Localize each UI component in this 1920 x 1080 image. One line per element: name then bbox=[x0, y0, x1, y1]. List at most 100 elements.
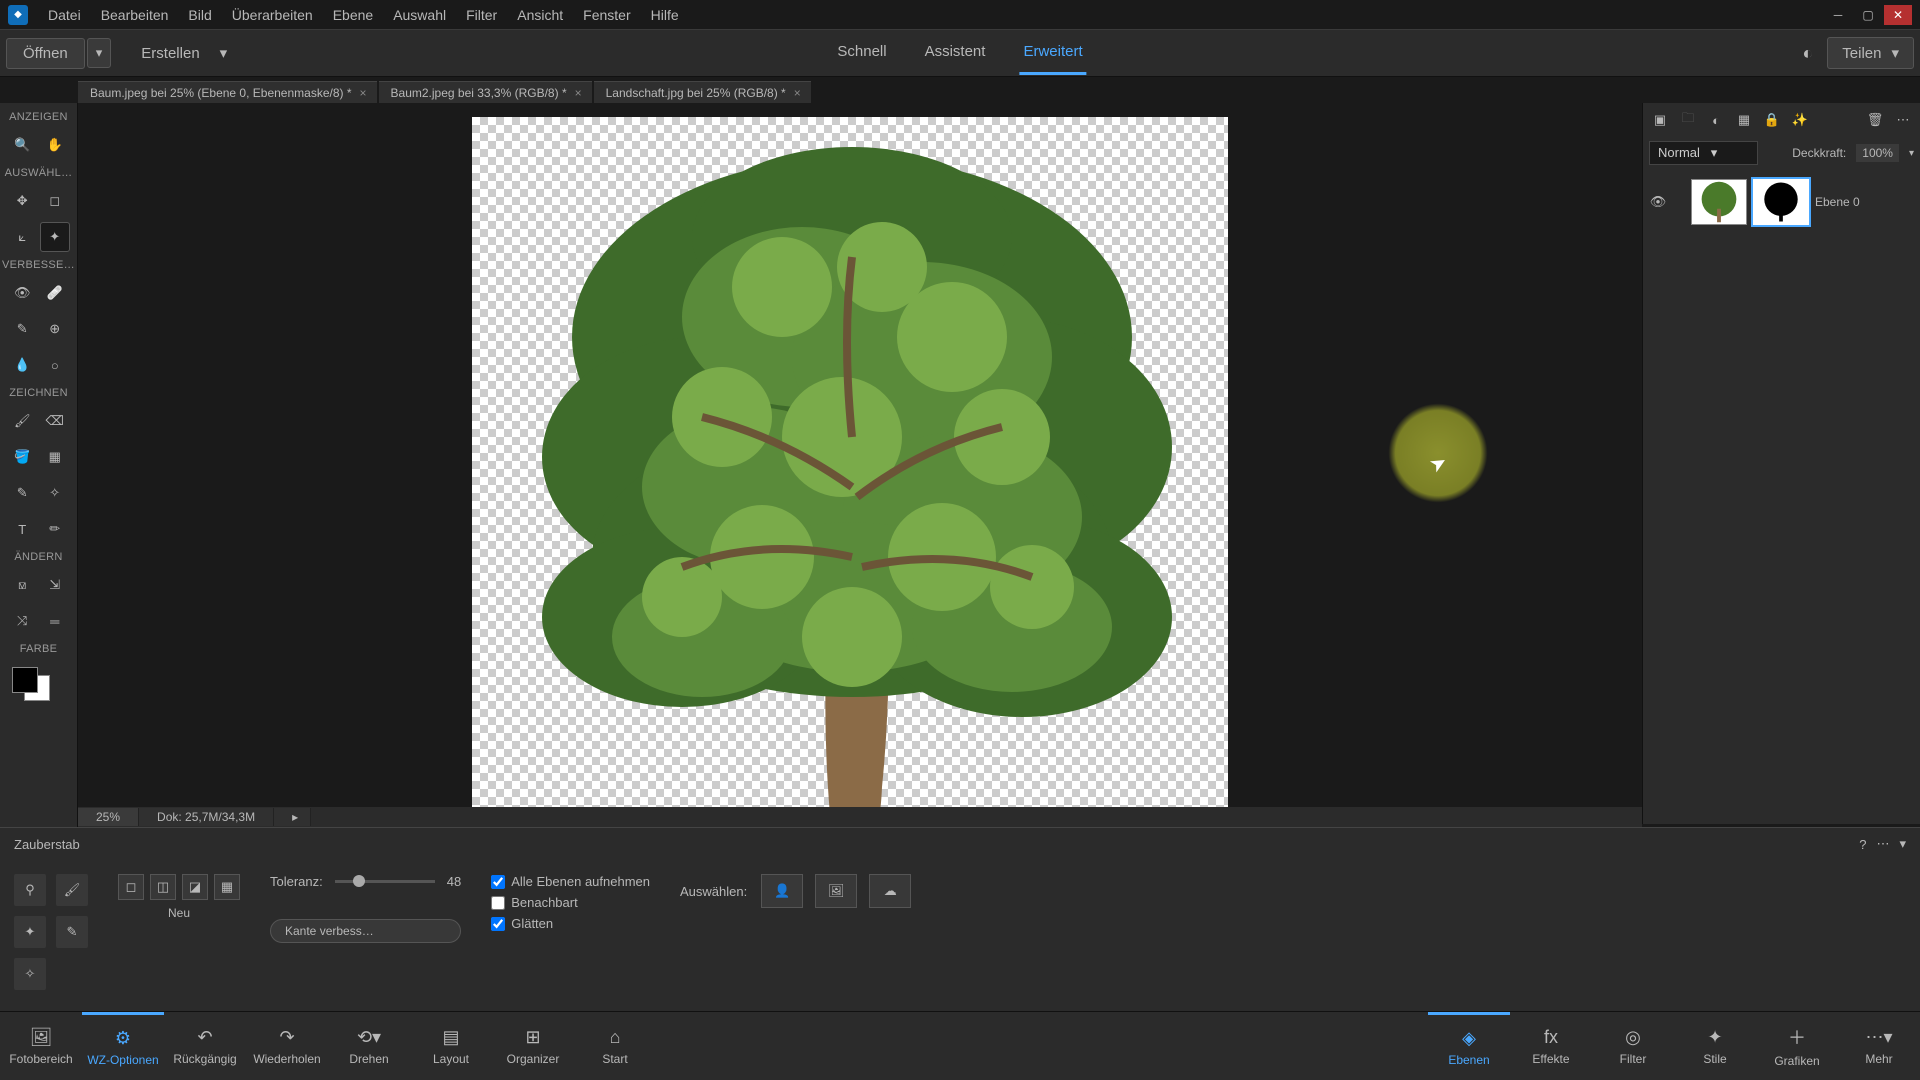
recompose-tool-icon[interactable]: ⇲ bbox=[41, 571, 69, 599]
menu-hilfe[interactable]: Hilfe bbox=[641, 3, 689, 27]
intersect-selection-icon[interactable]: ▦ bbox=[214, 874, 240, 900]
hand-tool-icon[interactable]: ✋ bbox=[41, 131, 69, 159]
close-icon[interactable]: × bbox=[360, 86, 367, 100]
bottom-grafiken[interactable]: ＋ Grafiken bbox=[1756, 1012, 1838, 1080]
text-tool-icon[interactable]: T bbox=[8, 515, 36, 543]
magic-wand-icon[interactable]: ✦ bbox=[14, 916, 46, 948]
menu-ebene[interactable]: Ebene bbox=[323, 3, 383, 27]
select-sky-icon[interactable]: ☁ bbox=[869, 874, 911, 908]
eye-tool-icon[interactable]: 👁 bbox=[8, 279, 36, 307]
zoom-level[interactable]: 25% bbox=[78, 808, 139, 826]
layer-name[interactable]: Ebene 0 bbox=[1815, 195, 1860, 209]
lock-layer-icon[interactable]: 🔒 bbox=[1761, 109, 1783, 131]
bottom-filter[interactable]: ◎ Filter bbox=[1592, 1012, 1674, 1080]
menu-ansicht[interactable]: Ansicht bbox=[507, 3, 573, 27]
bottom-organizer[interactable]: ⊞ Organizer bbox=[492, 1012, 574, 1080]
document-canvas[interactable] bbox=[472, 117, 1228, 873]
marquee-tool-icon[interactable]: ◻ bbox=[41, 187, 69, 215]
menu-bearbeiten[interactable]: Bearbeiten bbox=[91, 3, 179, 27]
fx-icon[interactable]: ✨ bbox=[1789, 109, 1811, 131]
brush-tool-icon[interactable]: 🖌 bbox=[8, 407, 36, 435]
bottom-effekte[interactable]: fx Effekte bbox=[1510, 1012, 1592, 1080]
bottom-layout[interactable]: ▤ Layout bbox=[410, 1012, 492, 1080]
share-button[interactable]: Teilen ▾ bbox=[1827, 37, 1914, 69]
bottom-stile[interactable]: ✦ Stile bbox=[1674, 1012, 1756, 1080]
shape-tool-icon[interactable]: ✧ bbox=[41, 479, 69, 507]
document-tab-3[interactable]: Landschaft.jpg bei 25% (RGB/8) * × bbox=[594, 81, 811, 104]
mode-tab-erweitert[interactable]: Erweitert bbox=[1019, 31, 1086, 75]
lasso-tool-icon[interactable]: ⟀ bbox=[8, 223, 36, 251]
smart-brush-icon[interactable]: ✎ bbox=[8, 315, 36, 343]
zoom-tool-icon[interactable]: 🔍 bbox=[8, 131, 36, 159]
checkbox-icon[interactable] bbox=[491, 875, 505, 889]
magic-wand-tool-icon[interactable]: ✦ bbox=[41, 223, 69, 251]
close-icon[interactable]: × bbox=[794, 86, 801, 100]
panel-menu-icon[interactable]: ⋯ bbox=[1892, 109, 1914, 131]
eraser-tool-icon[interactable]: ⌫ bbox=[41, 407, 69, 435]
bottom-mehr[interactable]: ⋯▾ Mehr bbox=[1838, 1012, 1920, 1080]
quick-select-icon[interactable]: ⚲ bbox=[14, 874, 46, 906]
help-icon[interactable]: ? bbox=[1859, 837, 1866, 852]
panel-menu-icon[interactable]: ⋯ bbox=[1876, 836, 1889, 852]
menu-ueberarbeiten[interactable]: Überarbeiten bbox=[222, 3, 323, 27]
checkbox-icon[interactable] bbox=[491, 896, 505, 910]
heal-brush-icon[interactable]: 🩹 bbox=[41, 279, 69, 307]
add-selection-icon[interactable]: ◫ bbox=[150, 874, 176, 900]
bottom-start[interactable]: ⌂ Start bbox=[574, 1012, 656, 1080]
chevron-down-icon[interactable]: ▾ bbox=[1909, 148, 1914, 159]
foreground-color-swatch[interactable] bbox=[12, 667, 38, 693]
new-layer-icon[interactable]: ▣ bbox=[1649, 109, 1671, 131]
close-icon[interactable]: × bbox=[575, 86, 582, 100]
layer-mask-thumbnail[interactable] bbox=[1753, 179, 1809, 225]
auto-select-icon[interactable]: ✧ bbox=[14, 958, 46, 990]
paint-bucket-icon[interactable]: 🪣 bbox=[8, 443, 36, 471]
layer-group-icon[interactable]: 🗀 bbox=[1677, 109, 1699, 131]
adjustment-layer-icon[interactable]: ◐ bbox=[1705, 109, 1727, 131]
contrast-icon[interactable]: ◐ bbox=[1802, 43, 1813, 64]
select-background-icon[interactable]: 🖼 bbox=[815, 874, 857, 908]
crop-tool-icon[interactable]: ⟏ bbox=[8, 571, 36, 599]
status-caret[interactable]: ▸ bbox=[274, 808, 311, 826]
subtract-selection-icon[interactable]: ◪ bbox=[182, 874, 208, 900]
move-tool-icon[interactable]: ✥ bbox=[8, 187, 36, 215]
visibility-toggle-icon[interactable]: 👁 bbox=[1649, 194, 1667, 210]
layer-row-0[interactable]: 👁 Ebene 0 bbox=[1649, 175, 1914, 229]
tolerance-slider[interactable]: Toleranz: 48 bbox=[270, 874, 461, 889]
slider-thumb[interactable] bbox=[353, 875, 365, 887]
layer-thumbnail[interactable] bbox=[1691, 179, 1747, 225]
refine-select-icon[interactable]: ✎ bbox=[56, 916, 88, 948]
document-tab-1[interactable]: Baum.jpeg bei 25% (Ebene 0, Ebenenmaske/… bbox=[78, 81, 377, 104]
menu-auswahl[interactable]: Auswahl bbox=[383, 3, 456, 27]
select-subject-icon[interactable]: 👤 bbox=[761, 874, 803, 908]
maximize-button[interactable]: ▢ bbox=[1854, 5, 1882, 25]
slider-track[interactable] bbox=[335, 880, 435, 883]
mode-tab-assistent[interactable]: Assistent bbox=[921, 31, 990, 75]
color-swatches[interactable] bbox=[0, 659, 77, 709]
layer-mask-icon[interactable]: ▦ bbox=[1733, 109, 1755, 131]
checkbox-icon[interactable] bbox=[491, 917, 505, 931]
bottom-fotobereich[interactable]: 🖼 Fotobereich bbox=[0, 1012, 82, 1080]
canvas-area[interactable]: ➤ 25% Dok: 25,7M/34,3M ▸ bbox=[78, 103, 1642, 827]
blend-mode-select[interactable]: Normal ▾ bbox=[1649, 141, 1758, 165]
selection-brush-icon[interactable]: 🖌 bbox=[56, 874, 88, 906]
all-layers-checkbox[interactable]: Alle Ebenen aufnehmen bbox=[491, 874, 650, 889]
opacity-value[interactable]: 100% bbox=[1856, 144, 1899, 162]
pencil-tool-icon[interactable]: ✏ bbox=[41, 515, 69, 543]
refine-edge-button[interactable]: Kante verbess… bbox=[270, 919, 461, 943]
minimize-button[interactable]: ─ bbox=[1824, 5, 1852, 25]
bottom-ebenen[interactable]: ◈ Ebenen bbox=[1428, 1012, 1510, 1080]
delete-layer-icon[interactable]: 🗑 bbox=[1864, 109, 1886, 131]
menu-fenster[interactable]: Fenster bbox=[573, 3, 640, 27]
open-button[interactable]: Öffnen bbox=[6, 38, 85, 69]
blur-tool-icon[interactable]: 💧 bbox=[8, 351, 36, 379]
straighten-tool-icon[interactable]: ═ bbox=[41, 607, 69, 635]
menu-datei[interactable]: Datei bbox=[38, 3, 91, 27]
collapse-icon[interactable]: ▾ bbox=[1899, 836, 1906, 852]
bottom-rueckgaengig[interactable]: ↶ Rückgängig bbox=[164, 1012, 246, 1080]
create-dropdown[interactable]: Erstellen ▾ bbox=[141, 44, 227, 62]
clone-stamp-icon[interactable]: ⊕ bbox=[41, 315, 69, 343]
bottom-wz-optionen[interactable]: ⚙ WZ-Optionen bbox=[82, 1012, 164, 1080]
sponge-tool-icon[interactable]: ○ bbox=[41, 351, 69, 379]
eyedropper-icon[interactable]: ✎ bbox=[8, 479, 36, 507]
menu-bild[interactable]: Bild bbox=[178, 3, 221, 27]
